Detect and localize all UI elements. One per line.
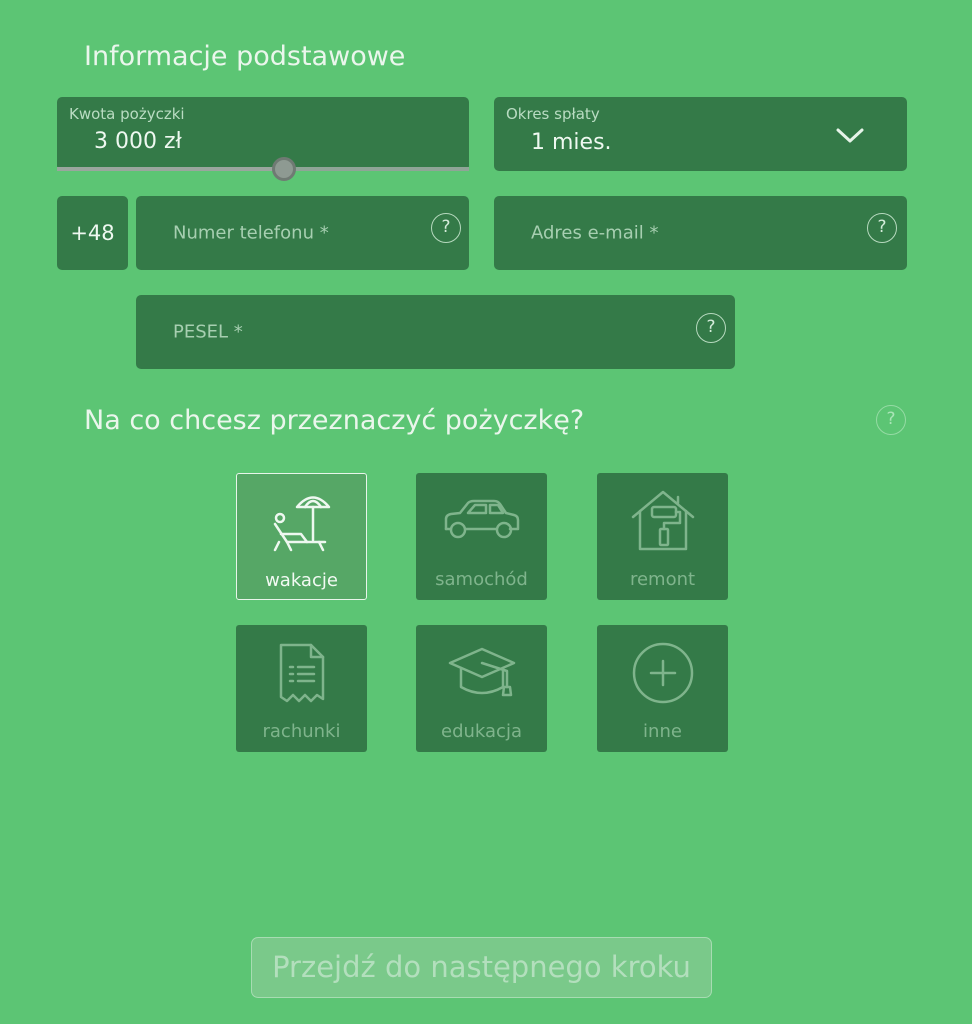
plus-circle-icon xyxy=(632,642,693,704)
phone-number-placeholder: Numer telefonu * xyxy=(173,222,329,244)
section-title-loan-purpose: Na co chcesz przeznaczyć pożyczkę? xyxy=(84,405,585,436)
purpose-tile-inne[interactable]: inne xyxy=(597,625,728,752)
purpose-label-samochod: samochód xyxy=(435,569,528,590)
pesel-placeholder: PESEL * xyxy=(173,321,243,343)
purpose-label-edukacja: edukacja xyxy=(441,721,522,742)
pesel-help-icon[interactable]: ? xyxy=(696,313,726,343)
email-input[interactable]: Adres e-mail * ? xyxy=(494,196,907,270)
repayment-period-label: Okres spłaty xyxy=(506,105,600,123)
phone-help-icon[interactable]: ? xyxy=(431,213,461,243)
repayment-period-value: 1 mies. xyxy=(531,130,612,155)
purpose-tile-remont[interactable]: remont xyxy=(597,473,728,600)
receipt-icon xyxy=(279,643,324,703)
car-icon xyxy=(444,499,519,539)
purpose-label-rachunki: rachunki xyxy=(262,721,341,742)
chevron-down-icon[interactable] xyxy=(835,127,865,145)
section-title-basic-info: Informacje podstawowe xyxy=(84,41,406,72)
loan-amount-label: Kwota pożyczki xyxy=(69,105,185,123)
loan-amount-value: 3 000 zł xyxy=(94,129,182,154)
purpose-label-remont: remont xyxy=(629,569,696,590)
purpose-tile-wakacje[interactable]: wakacje xyxy=(236,473,367,600)
pesel-input[interactable]: PESEL * ? xyxy=(136,295,735,369)
purpose-tile-rachunki[interactable]: rachunki xyxy=(236,625,367,752)
loan-amount-slider-handle[interactable] xyxy=(272,157,296,181)
purpose-tile-edukacja[interactable]: edukacja xyxy=(416,625,547,752)
purpose-label-inne: inne xyxy=(643,721,682,742)
phone-prefix[interactable]: +48 xyxy=(57,196,128,270)
loan-amount-field[interactable]: Kwota pożyczki 3 000 zł xyxy=(57,97,469,181)
purpose-tile-samochod[interactable]: samochód xyxy=(416,473,547,600)
purpose-label-wakacje: wakacje xyxy=(265,570,338,591)
loan-amount-slider-fill xyxy=(57,167,284,171)
next-step-button[interactable]: Przejdź do następnego kroku xyxy=(251,937,712,998)
email-help-icon[interactable]: ? xyxy=(867,213,897,243)
email-placeholder: Adres e-mail * xyxy=(531,222,659,244)
phone-prefix-value: +48 xyxy=(70,221,115,245)
beach-chair-umbrella-icon xyxy=(273,496,330,552)
purpose-help-icon[interactable]: ? xyxy=(876,405,906,435)
house-paint-roller-icon xyxy=(631,490,694,551)
graduation-cap-icon xyxy=(448,647,515,697)
phone-number-input[interactable]: Numer telefonu * ? xyxy=(136,196,469,270)
repayment-period-dropdown[interactable]: Okres spłaty 1 mies. xyxy=(494,97,907,171)
